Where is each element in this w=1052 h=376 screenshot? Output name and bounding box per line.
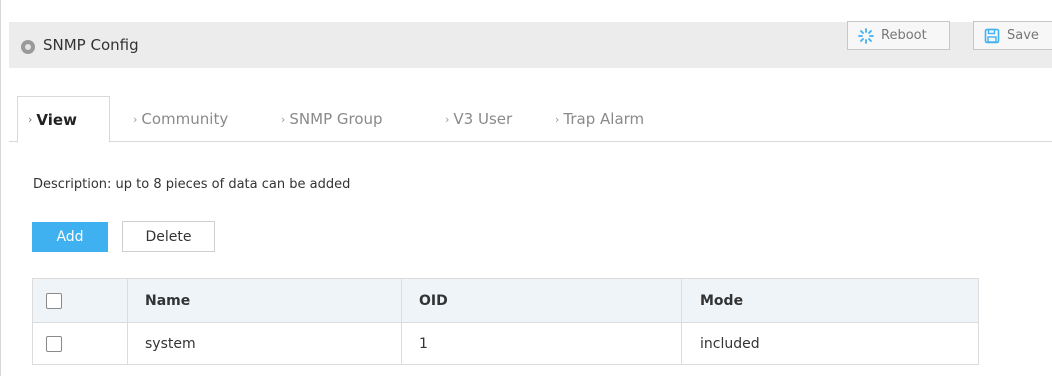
tab-label: V3 User <box>453 110 513 128</box>
reboot-button[interactable]: Reboot <box>847 21 950 50</box>
column-header-oid: OID <box>419 292 448 309</box>
chevron-right-icon: › <box>281 112 287 126</box>
column-header-name: Name <box>145 292 191 309</box>
select-all-cell <box>33 279 128 322</box>
chevron-right-icon: › <box>555 112 561 126</box>
save-label: Save <box>1007 28 1039 43</box>
cell-mode: included <box>700 335 760 352</box>
table-header-row: Name OID Mode <box>33 279 978 322</box>
row-checkbox[interactable] <box>46 335 62 352</box>
column-divider <box>681 279 682 322</box>
chevron-right-icon: › <box>445 112 451 126</box>
tab-v3-user[interactable]: › V3 User <box>445 96 512 142</box>
column-divider <box>401 323 402 364</box>
spinner-icon <box>858 27 874 44</box>
delete-button[interactable]: Delete <box>122 221 215 252</box>
tab-label: Community <box>141 110 229 128</box>
table-row[interactable]: system 1 included <box>33 322 978 364</box>
cell-oid: 1 <box>419 335 428 352</box>
tab-label: View <box>36 110 77 129</box>
save-button[interactable]: Save <box>973 21 1052 50</box>
snmp-view-table: Name OID Mode system 1 included <box>32 278 979 365</box>
page-title: SNMP Config <box>43 36 139 54</box>
column-header-mode: Mode <box>700 292 744 309</box>
cell-name: system <box>145 335 196 352</box>
chevron-right-icon: › <box>28 113 34 126</box>
column-divider <box>401 279 402 322</box>
tab-trap-alarm[interactable]: › Trap Alarm <box>555 96 644 142</box>
tab-bar: › View › Community › SNMP Group › V3 Use… <box>9 96 1052 143</box>
status-dot-icon <box>21 40 35 54</box>
description-text: Description: up to 8 pieces of data can … <box>33 177 351 192</box>
tab-label: Trap Alarm <box>563 110 645 128</box>
tab-snmp-group[interactable]: › SNMP Group <box>281 96 383 142</box>
column-divider <box>681 323 682 364</box>
page-frame: SNMP Config Reboot Save › View › Communi… <box>0 0 1052 376</box>
reboot-label: Reboot <box>881 28 927 43</box>
tab-community[interactable]: › Community <box>133 96 228 142</box>
select-all-checkbox[interactable] <box>46 292 62 309</box>
tab-view[interactable]: › View <box>17 96 110 143</box>
add-button[interactable]: Add <box>32 222 108 252</box>
row-select-cell <box>33 323 128 364</box>
chevron-right-icon: › <box>133 112 139 126</box>
tab-label: SNMP Group <box>289 110 383 128</box>
floppy-icon <box>984 28 1000 43</box>
